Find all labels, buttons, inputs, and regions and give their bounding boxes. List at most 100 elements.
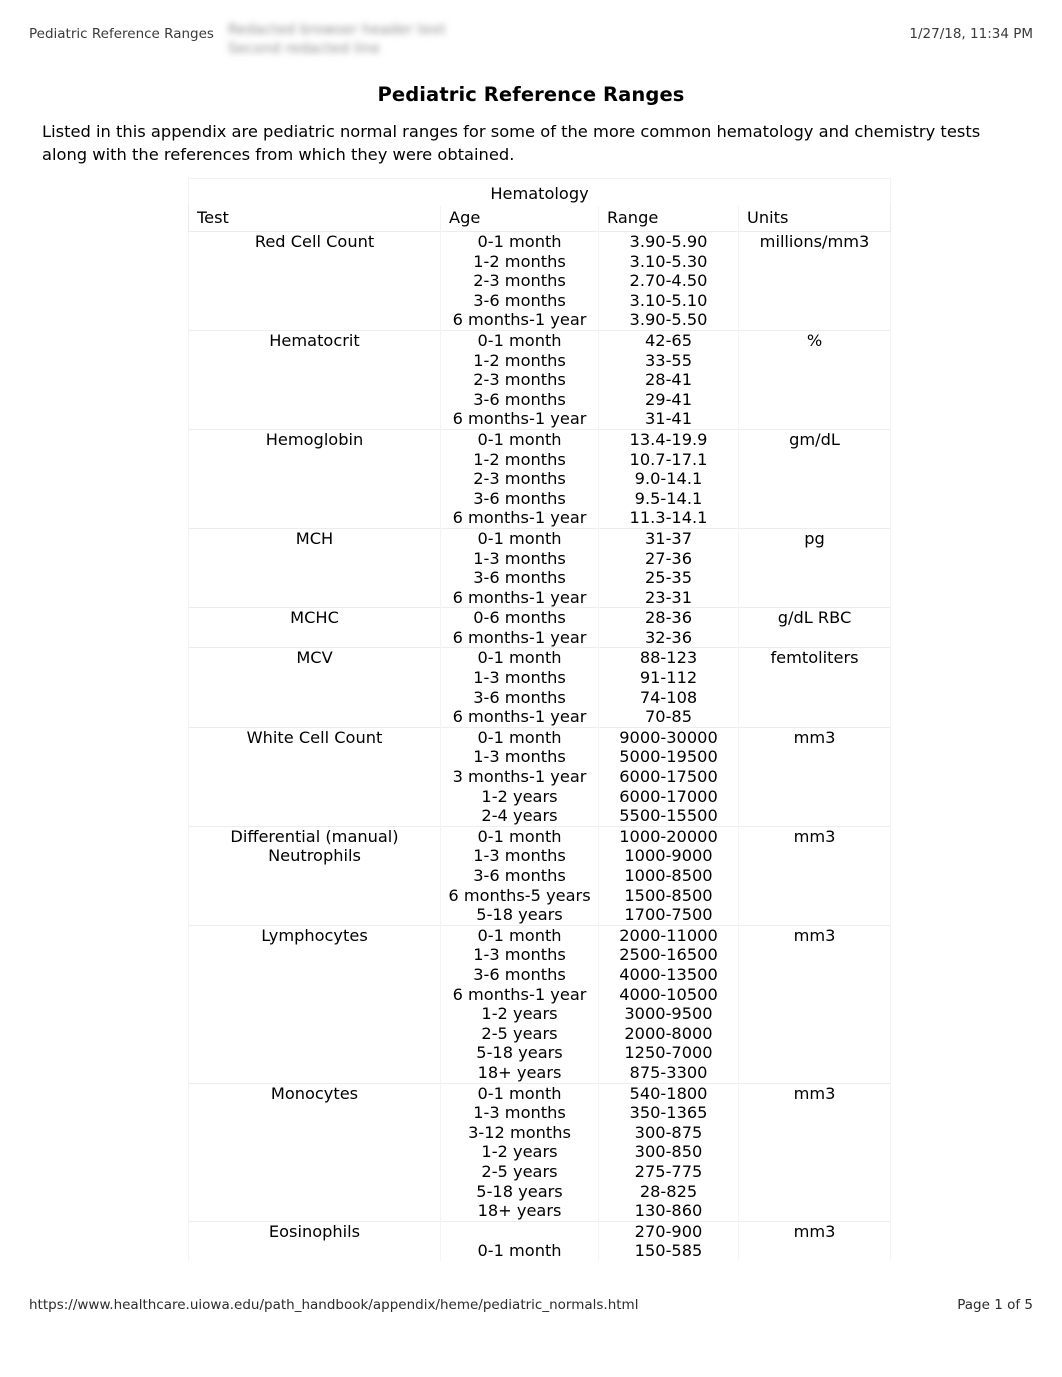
age-line: 5-18 years (476, 905, 563, 925)
range-line: 2.70-4.50 (629, 271, 708, 291)
range-line: 2500-16500 (619, 945, 718, 965)
table-row: Lymphocytes 0-1 month 1-3 months 3-6 months… (188, 924, 892, 1084)
cell-test-name: Lymphocytes (188, 924, 441, 1084)
range-line: 33-55 (644, 350, 693, 370)
range-line: 9000-30000 (619, 727, 718, 747)
age-line: 3-6 months (473, 866, 566, 885)
cell-range-list: 270-900 150-585 (598, 1220, 739, 1261)
cell-age-list: 0-1 month 1-2 months 2-3 months 3-6 months 6… (440, 231, 599, 331)
age-line: 1-3 months (473, 668, 566, 688)
range-line: 25-35 (644, 568, 693, 588)
cell-test-name: White Cell Count (188, 726, 441, 827)
age-line: 6 months-1 year (452, 587, 587, 607)
print-footer-url: https://www.healthcare.uiowa.edu/path_ha… (29, 1297, 639, 1313)
range-line: 28-825 (639, 1181, 698, 1201)
age-line: 6 months-1 year (452, 984, 587, 1004)
table-row: Red Cell Count 0-1 month 1-2 months 2-3 mon… (188, 231, 892, 331)
age-line: 1-3 months (473, 846, 566, 866)
age-line: 2-3 months (473, 370, 566, 390)
age-line: 0-1 month (477, 330, 562, 350)
cell-age-list: 0-6 months 6 months-1 year (440, 607, 599, 648)
age-line: 2-4 years (481, 806, 558, 826)
range-line: 31-37 (644, 528, 693, 548)
age-line: 0-1 month (477, 727, 562, 747)
cell-units: mm3 (737, 1220, 892, 1261)
range-line: 28-41 (644, 370, 693, 390)
age-line: 3-6 months (473, 687, 566, 707)
cell-range-list: 31-37 27-36 25-35 23-31 (598, 527, 739, 608)
range-line: 6000-17000 (619, 786, 718, 806)
cell-range-list: 3.90-5.90 3.10-5.30 2.70-4.50 3.10-5.10 3.90… (598, 231, 739, 331)
test-name-line: Differential (manual) (230, 826, 399, 846)
test-name-line: Monocytes (270, 1083, 359, 1103)
age-line: 0-1 month (477, 528, 562, 548)
cell-units: millions/mm3 (737, 231, 892, 331)
range-line: 3.10-5.30 (629, 251, 708, 271)
age-line: 3 months-1 year (452, 767, 587, 787)
table-body: Hematology Test Age Range Units Red Cell… (187, 178, 892, 1261)
age-line: 0-1 month (477, 1241, 562, 1261)
test-name-line: Red Cell Count (254, 232, 375, 251)
test-name-line: MCHC (290, 608, 339, 628)
range-line: 4000-10500 (619, 984, 718, 1004)
cell-age-list: 0-1 month 1-3 months 3-6 months 6 months-1 … (440, 527, 599, 608)
range-line: 91-112 (639, 668, 698, 688)
age-line: 0-1 month (477, 1083, 562, 1103)
table-row: Hemoglobin 0-1 month 1-2 months 2-3 months 3… (188, 428, 892, 529)
age-line: 0-1 month (477, 232, 562, 251)
range-line: 130-860 (634, 1201, 703, 1221)
range-line: 5500-15500 (619, 806, 718, 826)
age-line: 3-6 months (473, 389, 566, 409)
table-header-row: Test Age Range Units (188, 206, 892, 232)
cell-test-name: Differential (manual) Neutrophils (188, 825, 441, 926)
test-name-line: MCV (296, 648, 333, 668)
cell-age-list: 0-1 month 1-3 months 3-6 months 6 months-1 … (440, 647, 599, 728)
cell-range-list: 1000-20000 1000-9000 1000-8500 1500-8500 170… (598, 825, 739, 926)
age-line: 18+ years (477, 1062, 562, 1082)
range-line: 6000-17500 (619, 767, 718, 787)
range-line: 42-65 (644, 330, 693, 350)
range-line: 9.5-14.1 (634, 488, 703, 508)
range-line: 270-900 (634, 1221, 703, 1241)
cell-test-name: Hematocrit (188, 329, 441, 430)
table-row: MCH 0-1 month 1-3 months 3-6 months 6 months… (188, 527, 892, 608)
test-name-line: Lymphocytes (261, 925, 368, 945)
units-line: millions/mm3 (759, 232, 870, 251)
cell-age-list: 0-1 month 1-3 months 3-6 months 6 months-5 … (440, 825, 599, 926)
age-line: 2-5 years (481, 1023, 558, 1043)
page-title: Pediatric Reference Ranges (377, 83, 685, 106)
range-line: 10.7-17.1 (629, 449, 708, 469)
column-header-age: Age (440, 206, 599, 232)
range-line: 31-41 (644, 409, 693, 429)
print-footer: https://www.healthcare.uiowa.edu/path_ha… (0, 1297, 1062, 1317)
age-line: 1-2 months (473, 251, 566, 271)
table-row: MCV 0-1 month 1-3 months 3-6 months 6 months… (188, 647, 892, 728)
age-line: 1-3 months (473, 1103, 566, 1123)
age-line: 6 months-1 year (452, 508, 587, 528)
units-line: gm/dL (789, 429, 840, 449)
range-line: 2000-8000 (624, 1023, 713, 1043)
cell-test-name: MCV (188, 647, 441, 728)
table-section-title: Hematology (187, 178, 892, 206)
cell-age-list: 0-1 month 1-2 months 2-3 months 3-6 months 6… (440, 428, 599, 529)
range-line: 11.3-14.1 (629, 508, 708, 528)
age-line: 1-3 months (473, 747, 566, 767)
table-row: Monocytes 0-1 month 1-3 months 3-12 months 1… (188, 1082, 892, 1222)
range-line: 3.90-5.90 (629, 232, 708, 251)
range-line: 88-123 (639, 648, 698, 668)
cell-range-list: 88-123 91-112 74-108 70-85 (598, 647, 739, 728)
table-row: White Cell Count 0-1 month 1-3 months 3 mon… (188, 726, 892, 827)
range-line: 13.4-19.9 (629, 429, 708, 449)
units-line: femtoliters (770, 648, 859, 668)
age-line: 1-2 years (481, 786, 558, 806)
range-line: 2000-11000 (619, 925, 718, 945)
range-line: 1000-20000 (619, 826, 718, 846)
age-line: 3-6 months (473, 488, 566, 508)
range-line: 3.10-5.10 (629, 290, 708, 310)
print-header-timestamp: 1/27/18, 11:34 PM (909, 26, 1033, 42)
range-line: 3.90-5.50 (629, 310, 708, 330)
range-line: 3000-9500 (624, 1004, 713, 1024)
age-line: 2-3 months (473, 271, 566, 291)
units-line: mm3 (793, 727, 836, 747)
units-line: g/dL RBC (777, 608, 852, 628)
